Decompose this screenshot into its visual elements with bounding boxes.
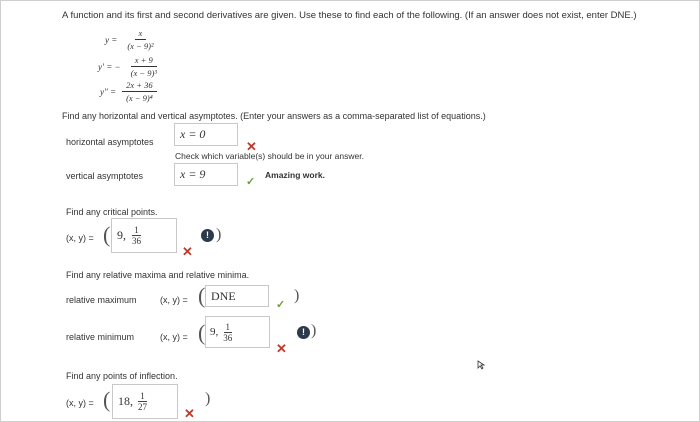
min-x-value: 9, (210, 326, 219, 338)
relative-minimum-label: relative minimum (66, 332, 135, 342)
feedback-text: Amazing work. (265, 170, 325, 180)
critical-points-prompt: Find any critical points. (66, 207, 158, 217)
y-prime-numerator: x + 9 (130, 55, 157, 67)
inflection-x-value: 18, (118, 394, 133, 408)
asymptotes-prompt: Find any horizontal and vertical asympto… (62, 111, 486, 121)
alert-icon[interactable]: ! (297, 326, 310, 339)
critical-open-paren: ( (103, 222, 111, 247)
relative-minimum-xy-label: (x, y) = (160, 332, 188, 342)
y-fraction: x (x − 9)² (123, 28, 157, 51)
min-y-fraction: 1 36 (221, 322, 234, 343)
instructions-text: A function and its first and second deri… (62, 10, 637, 21)
incorrect-icon: ✕ (182, 244, 193, 259)
y-prime-lhs: y′ = − (98, 61, 121, 72)
incorrect-icon: ✕ (184, 406, 195, 421)
y-double-prime-lhs: y″ = (100, 86, 117, 97)
cursor-icon (477, 360, 485, 370)
min-y-denominator: 36 (223, 332, 233, 343)
max-close-paren: ) (294, 287, 300, 304)
inflection-y-fraction: 1 27 (136, 391, 149, 412)
equation-y: y = x (x − 9)² (105, 28, 158, 51)
critical-points-input[interactable]: 9, 1 36 (111, 218, 177, 253)
y-numerator: x (134, 28, 147, 40)
inflection-y-numerator: 1 (138, 391, 147, 402)
relative-maximum-input[interactable]: DNE (205, 285, 269, 307)
y-lhs: y = (105, 34, 118, 45)
inflection-prompt: Find any points of inflection. (66, 371, 178, 381)
inflection-close-paren: ) (205, 390, 211, 407)
critical-x-value: 9, (117, 228, 126, 242)
critical-y-fraction: 1 36 (130, 225, 143, 246)
critical-xy-label: (x, y) = (66, 233, 94, 243)
y-double-prime-numerator: 2x + 36 (122, 80, 157, 92)
critical-close-paren: ) (216, 226, 222, 243)
horizontal-asymptotes-input[interactable]: x = 0 (174, 123, 238, 146)
inflection-xy-label: (x, y) = (66, 398, 94, 408)
relative-maximum-label: relative maximum (66, 295, 137, 305)
y-denominator: (x − 9)² (127, 41, 154, 51)
correct-icon: ✓ (246, 176, 256, 188)
y-prime-fraction: x + 9 (x − 9)³ (127, 55, 161, 78)
min-y-numerator: 1 (223, 321, 232, 333)
critical-y-denominator: 36 (132, 236, 141, 246)
extrema-prompt: Find any relative maxima and relative mi… (66, 270, 250, 280)
inflection-points-input[interactable]: 18, 1 27 (112, 384, 178, 419)
alert-icon[interactable]: ! (201, 229, 214, 242)
y-prime-denominator: (x − 9)³ (130, 68, 157, 78)
incorrect-icon: ✕ (276, 341, 287, 356)
vertical-asymptotes-label: vertical asymptotes (66, 171, 144, 181)
asymptote-hint: Check which variable(s) should be in you… (175, 151, 364, 161)
equation-y-double-prime: y″ = 2x + 36 (x − 9)⁴ (100, 80, 157, 103)
y-double-prime-fraction: 2x + 36 (x − 9)⁴ (122, 80, 157, 103)
relative-maximum-xy-label: (x, y) = (160, 295, 188, 305)
equation-y-prime: y′ = − x + 9 (x − 9)³ (98, 55, 161, 78)
critical-y-numerator: 1 (132, 225, 141, 236)
vertical-asymptotes-input[interactable]: x = 9 (174, 163, 238, 186)
inflection-open-paren: ( (103, 387, 111, 412)
inflection-y-denominator: 27 (138, 402, 147, 412)
min-close-paren: ) (311, 322, 317, 339)
y-double-prime-denominator: (x − 9)⁴ (126, 93, 153, 103)
horizontal-asymptotes-label: horizontal asymptotes (66, 137, 154, 147)
correct-icon: ✓ (276, 299, 286, 311)
relative-minimum-input[interactable]: 9, 1 36 (205, 316, 270, 348)
